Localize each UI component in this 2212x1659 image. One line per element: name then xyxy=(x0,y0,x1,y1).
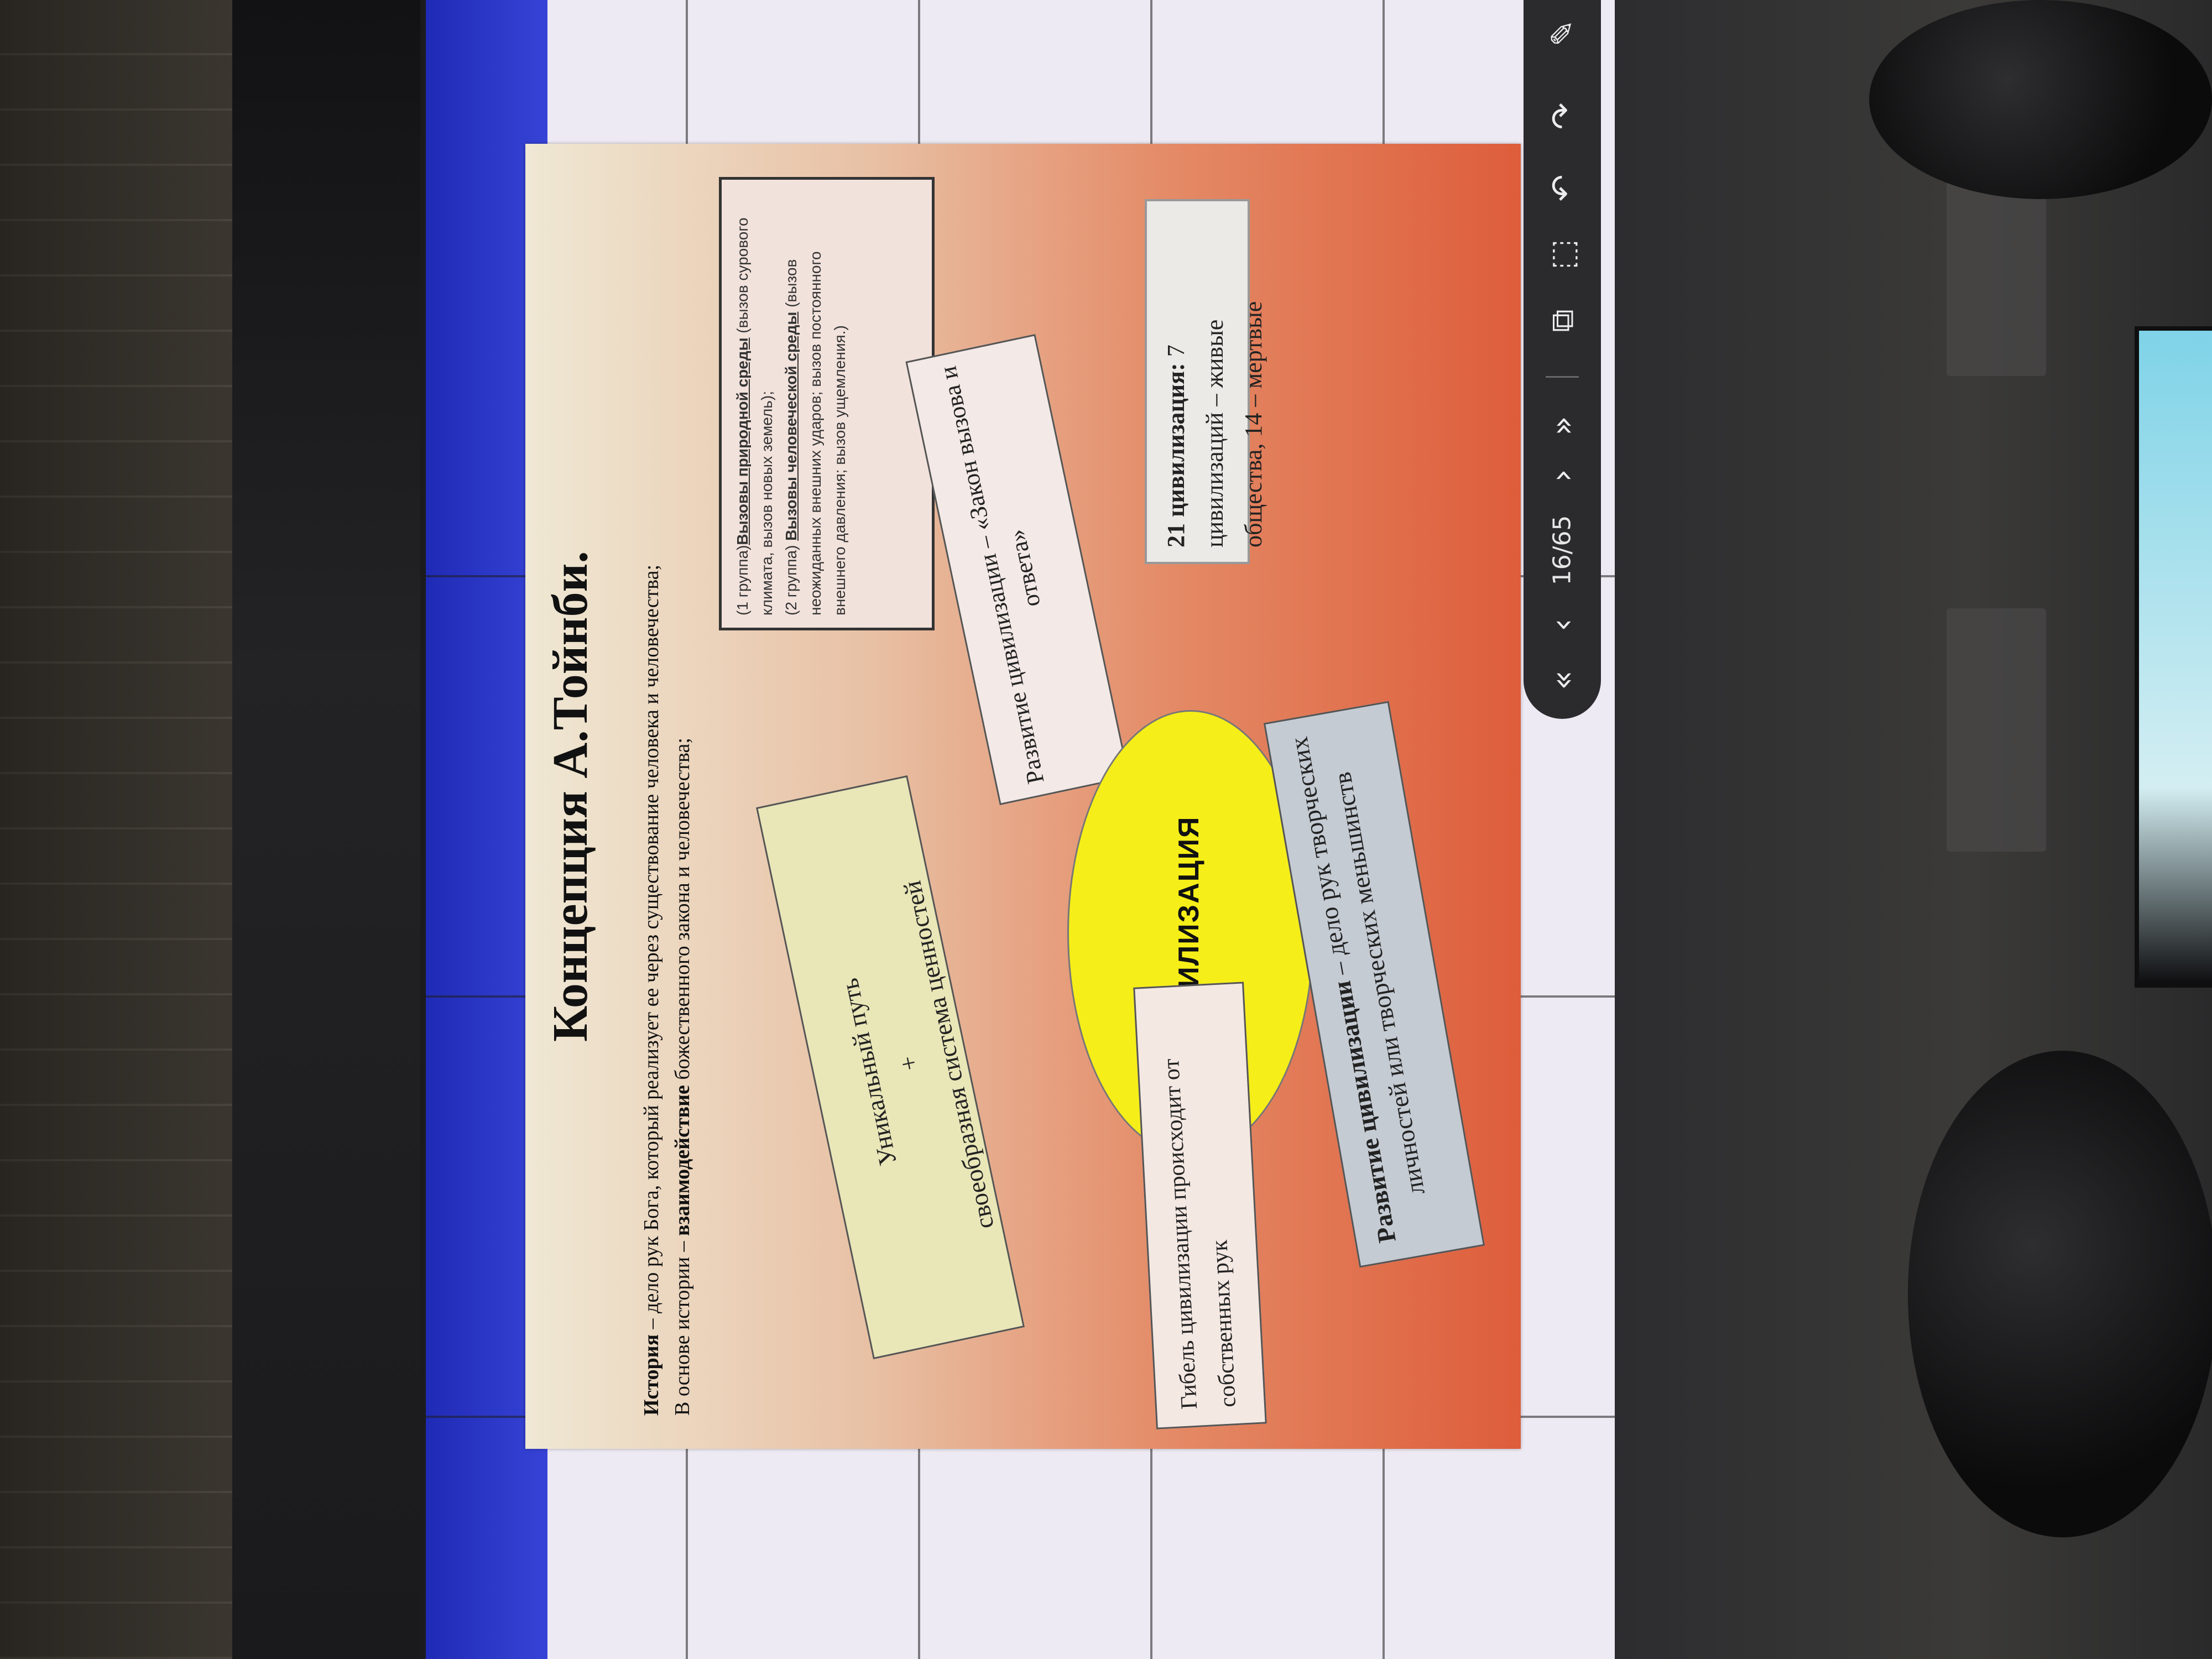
count-term: 21 цивилизация: xyxy=(1162,363,1190,547)
toolbar-separator xyxy=(1546,376,1579,378)
wall-shadow xyxy=(232,0,420,1659)
page-counter-text: 16/65 xyxy=(1548,515,1577,586)
law-box: Развитие цивилизации – «Закон вызова и о… xyxy=(905,334,1130,805)
pen-icon[interactable]: ✎ xyxy=(1535,11,1590,55)
group2-prefix: (2 группа) xyxy=(782,540,800,615)
slide-content: Концепция А.Тойнби. История – дело рук Б… xyxy=(525,144,1521,1449)
room-wall xyxy=(0,0,265,1659)
speaker-panel xyxy=(1947,608,2046,852)
group2-term: Вызовы человеческой среды xyxy=(782,311,800,541)
history-definition: История – дело рук Бога, который реализу… xyxy=(636,199,698,1416)
next-page-icon[interactable]: › xyxy=(1535,453,1590,498)
group1-term: Вызовы природной среды xyxy=(734,337,751,545)
side-monitor xyxy=(2135,326,2212,988)
presentation-toolbar: ✎ ↷ ↶ ⬚ ⧉ » › 16/65 ‹ « xyxy=(1524,0,1601,719)
prev-page-icon[interactable]: ‹ xyxy=(1535,603,1590,647)
basis-prefix: В основе истории – xyxy=(671,1235,694,1416)
civilization-count-box: 21 цивилизация: 7 цивилизаций – живые об… xyxy=(1145,199,1267,564)
select-icon[interactable]: ⬚ xyxy=(1535,232,1590,276)
group1-prefix: (1 группа) xyxy=(734,545,751,615)
slide-title: Концепция А.Тойнби. xyxy=(543,551,598,1042)
presentation-slide: Концепция А.Тойнби. История – дело рук Б… xyxy=(525,144,1521,1449)
last-page-icon[interactable]: » xyxy=(1535,404,1590,448)
basis-term: взаимодействие xyxy=(671,1085,694,1236)
challenges-box: (1 группа)Вызовы природной среды (вызов … xyxy=(719,177,935,630)
history-term: История xyxy=(640,1334,663,1416)
redo-icon[interactable]: ↷ xyxy=(1535,94,1590,138)
first-page-icon[interactable]: « xyxy=(1535,658,1590,702)
undo-icon[interactable]: ↶ xyxy=(1535,166,1590,210)
audience-head xyxy=(1908,1051,2212,1537)
unique-path-box: Уникальный путь + своеобразная система ц… xyxy=(756,775,1025,1359)
audience-head xyxy=(1869,0,2212,199)
page-counter: 16/65 xyxy=(1524,509,1601,592)
death-box: Гибель цивилизации происходит от собстве… xyxy=(1133,982,1267,1430)
crop-icon[interactable]: ⧉ xyxy=(1535,299,1590,343)
history-text: – дело рук Бога, который реализует ее че… xyxy=(640,564,663,1334)
basis-text: божественного закона и человечества; xyxy=(671,738,694,1086)
